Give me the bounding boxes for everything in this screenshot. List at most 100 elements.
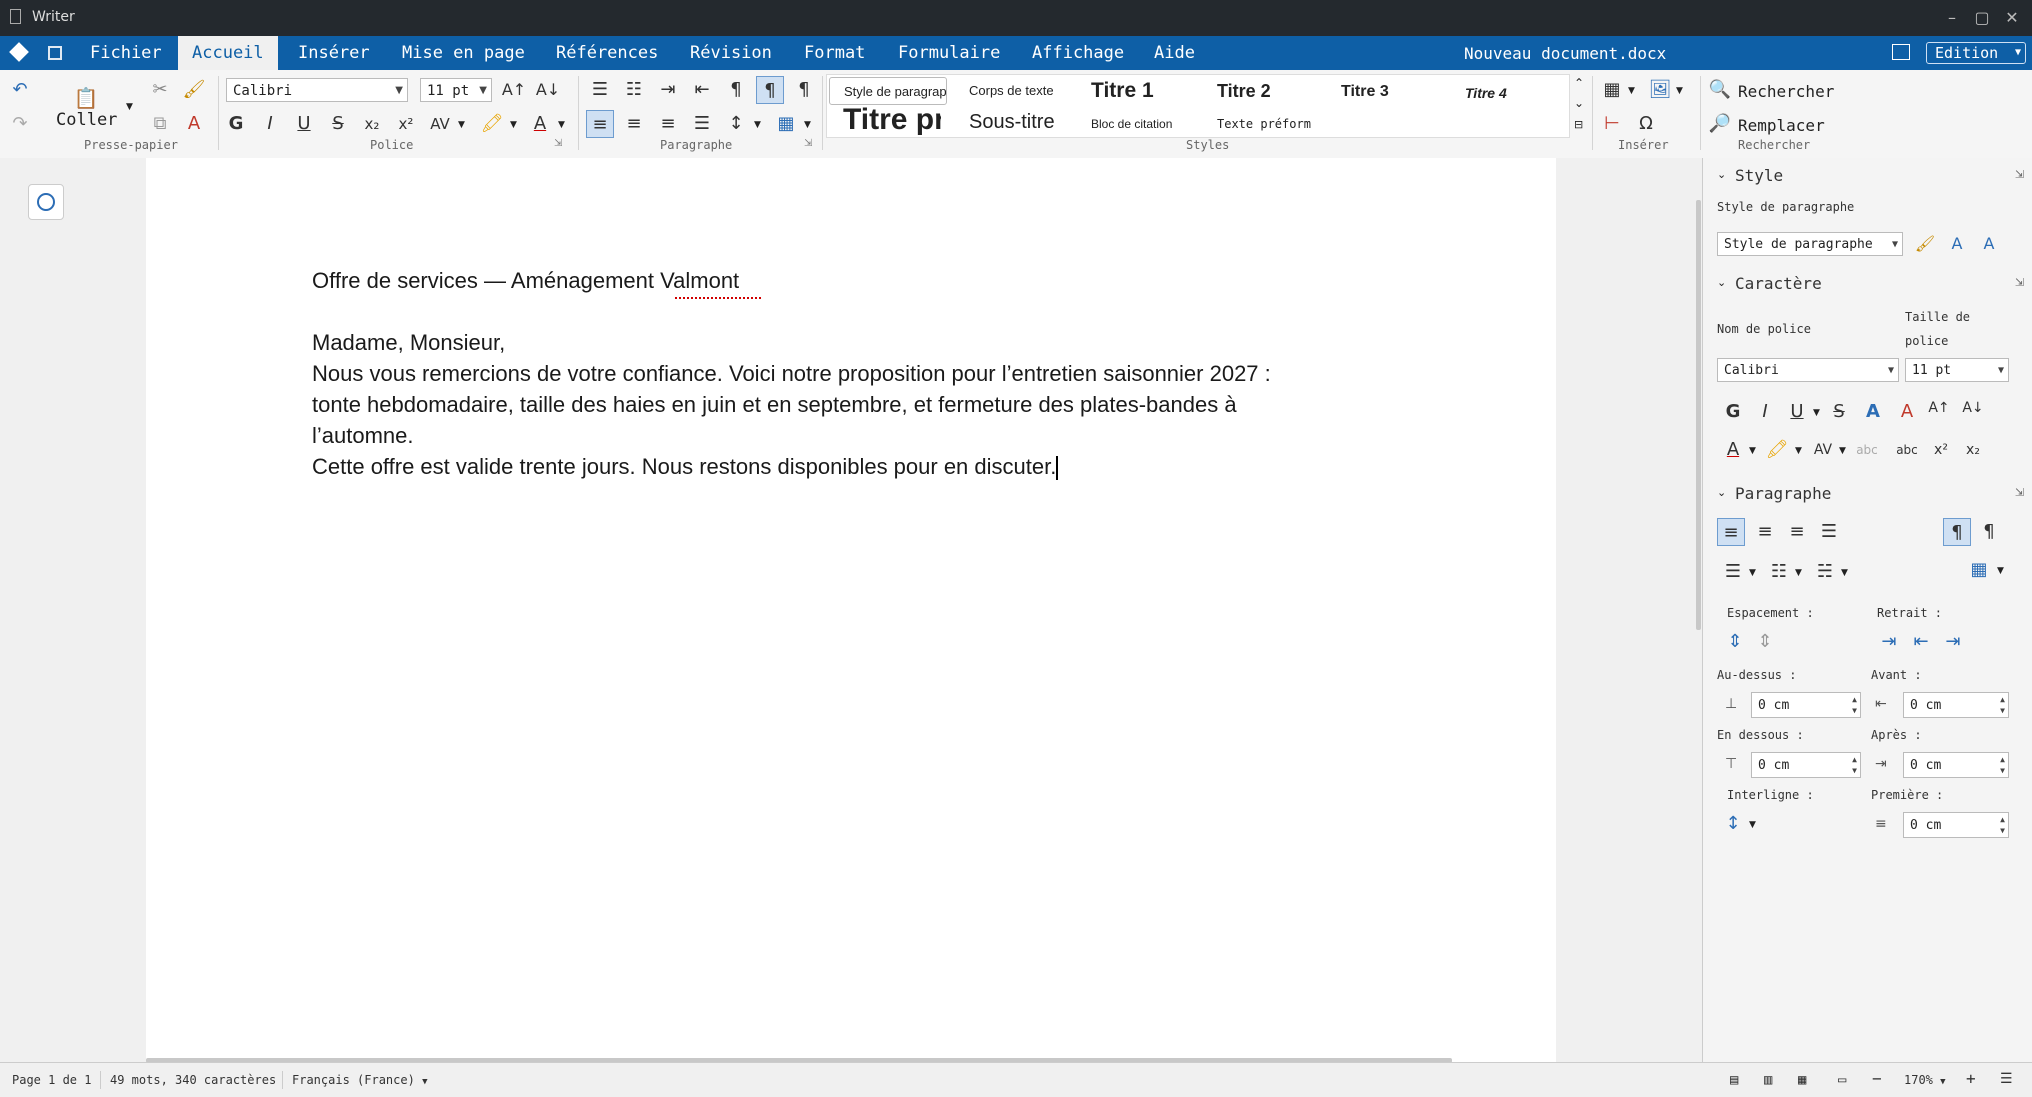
background-arrow[interactable]: ▼ — [1997, 566, 2004, 576]
image-arrow[interactable]: ▼ — [1676, 86, 1683, 96]
page-indicator[interactable]: Page 1 de 1 — [12, 1073, 91, 1087]
hanging-indent-icon[interactable]: ⇥ — [1939, 628, 1967, 656]
sidebar-ltr-icon[interactable]: ¶ — [1943, 518, 1971, 546]
style-section-header[interactable]: Style — [1735, 166, 1783, 185]
sidebar-char-spacing-icon[interactable]: AV — [1809, 436, 1837, 464]
spin-arrows-icon[interactable]: ▲ ▼ — [2000, 694, 2005, 716]
justify-icon[interactable]: ☰ — [688, 110, 716, 138]
sidebar-justify-icon[interactable]: ☰ — [1815, 518, 1843, 546]
sidebar-align-left-icon[interactable]: ≡ — [1717, 518, 1745, 546]
style-heading-2[interactable]: Titre 2 — [1217, 81, 1317, 102]
spin-arrows-icon[interactable]: ▲ ▼ — [1852, 694, 1857, 716]
highlight-icon[interactable]: 🖍 — [478, 110, 506, 138]
align-center-icon[interactable]: ≡ — [620, 110, 648, 138]
paragraph-background-arrow[interactable]: ▼ — [804, 120, 811, 130]
chevron-down-icon[interactable]: ⌄ — [1717, 168, 1726, 181]
sidebar-toggle-icon[interactable] — [1892, 44, 1910, 60]
font-name-combo[interactable]: Calibri ▼ — [226, 78, 408, 102]
document-page[interactable]: Offre de services — Aménagement Valmont … — [146, 158, 1556, 1063]
styles-scroll-up-icon[interactable]: ⌃ — [1574, 76, 1584, 90]
style-paragraph-style[interactable]: Style de paragraphe — [829, 77, 947, 105]
chevron-down-icon[interactable]: ⌄ — [1717, 486, 1726, 499]
small-caps-icon[interactable]: abc — [1893, 436, 1921, 464]
underline-button[interactable]: U — [290, 110, 318, 138]
char-spacing-arrow[interactable]: ▼ — [458, 120, 465, 130]
minimize-icon[interactable]: – — [1940, 6, 1964, 30]
sidebar-superscript-icon[interactable]: x² — [1927, 436, 1955, 464]
after-indent-input[interactable]: 0 cm ▲ ▼ — [1903, 752, 2009, 778]
sidebar-clear-format-icon[interactable]: A — [1893, 398, 1921, 426]
line-spacing-icon[interactable]: ↕ — [722, 110, 750, 138]
sidebar-font-color-icon[interactable]: A — [1719, 436, 1747, 464]
sidebar-bullets-icon[interactable]: ☰ — [1719, 558, 1747, 586]
page-break-icon[interactable]: ⊢ — [1598, 110, 1626, 138]
style-title[interactable]: Titre principal — [843, 103, 941, 137]
bold-button[interactable]: G — [222, 110, 250, 138]
outline-icon[interactable]: ☵ — [1811, 558, 1839, 586]
zoom-out-icon[interactable]: − — [1872, 1069, 1882, 1088]
sidebar-underline-icon[interactable]: U — [1783, 398, 1811, 426]
spin-arrows-icon[interactable]: ▲ ▼ — [2000, 814, 2005, 836]
decrease-indent-icon[interactable]: ⇤ — [1907, 628, 1935, 656]
style-block-quote[interactable]: Bloc de citation — [1091, 117, 1201, 131]
table-icon[interactable]: ▦ — [1598, 76, 1626, 104]
find-button[interactable]: Rechercher — [1738, 82, 1834, 101]
char-spacing-button[interactable]: AV — [426, 110, 454, 138]
menu-fichier[interactable]: Fichier — [76, 36, 176, 70]
sidebar-strike-icon[interactable]: S — [1825, 398, 1853, 426]
style-preformatted[interactable]: Texte préformaté — [1217, 117, 1311, 131]
sidebar-line-spacing-icon[interactable]: ↕ — [1719, 810, 1747, 838]
menu-aide[interactable]: Aide — [1140, 36, 1209, 70]
style-heading-1[interactable]: Titre 1 — [1091, 79, 1191, 103]
sidebar-subscript-icon[interactable]: x₂ — [1959, 436, 1987, 464]
strikethrough-button[interactable]: S — [324, 110, 352, 138]
numbered-list-icon[interactable]: ☷ — [620, 76, 648, 104]
char-spacing-arrow[interactable]: ▼ — [1839, 446, 1846, 456]
close-icon[interactable]: ✕ — [2000, 6, 2024, 30]
save-icon[interactable] — [48, 46, 62, 60]
rtl-paragraph-icon[interactable]: ¶ — [790, 76, 818, 104]
styles-scroll-down-icon[interactable]: ⌄ — [1574, 96, 1584, 110]
shadow-icon[interactable]: A — [1859, 398, 1887, 426]
clear-format-icon[interactable]: A — [180, 110, 208, 138]
search-icon[interactable]: 🔍 — [1706, 76, 1734, 104]
menu-inserer[interactable]: Insérer — [284, 36, 384, 70]
grow-font-icon[interactable]: A↑ — [500, 76, 528, 104]
paragraph-style-combo[interactable]: Style de paragraphe ▼ — [1717, 232, 1903, 256]
case-icon[interactable]: abc — [1853, 436, 1881, 464]
menu-accueil[interactable]: Accueil — [178, 36, 278, 70]
sidebar-grow-font-icon[interactable]: A↑ — [1925, 394, 1953, 422]
more-options-icon[interactable]: ⇲ — [2015, 168, 2024, 181]
table-arrow[interactable]: ▼ — [1628, 86, 1635, 96]
spin-arrows-icon[interactable]: ▲ ▼ — [2000, 754, 2005, 776]
document-title-line[interactable]: Offre de services — Aménagement Valmont — [312, 268, 761, 299]
new-style-icon[interactable]: A — [1943, 230, 1971, 258]
align-left-icon[interactable]: ≡ — [586, 110, 614, 138]
style-heading-4[interactable]: Titre 4 — [1465, 85, 1565, 101]
formatting-marks-icon[interactable]: ¶ — [722, 76, 750, 104]
multi-page-view-icon[interactable]: ▥ — [1764, 1072, 1772, 1088]
single-page-view-icon[interactable]: ▤ — [1730, 1072, 1738, 1088]
spin-arrows-icon[interactable]: ▲ ▼ — [1852, 754, 1857, 776]
special-character-icon[interactable]: Ω — [1632, 110, 1660, 138]
book-view-icon[interactable]: ▦ — [1798, 1072, 1806, 1088]
increase-indent-icon[interactable]: ⇥ — [654, 76, 682, 104]
menu-formulaire[interactable]: Formulaire — [884, 36, 1014, 70]
sidebar-align-center-icon[interactable]: ≡ — [1751, 518, 1779, 546]
menu-format[interactable]: Format — [790, 36, 879, 70]
numbering-arrow[interactable]: ▼ — [1795, 568, 1802, 578]
find-replace-icon[interactable]: 🔎 — [1706, 110, 1734, 138]
copy-icon[interactable]: ⧉ — [146, 110, 174, 138]
italic-button[interactable]: I — [256, 110, 284, 138]
font-color-arrow[interactable]: ▼ — [558, 120, 565, 130]
sidebar-shrink-font-icon[interactable]: A↓ — [1959, 394, 1987, 422]
sidebar-align-right-icon[interactable]: ≡ — [1783, 518, 1811, 546]
menu-revision[interactable]: Révision — [676, 36, 786, 70]
more-options-icon[interactable]: ⇲ — [2015, 486, 2024, 499]
body-line[interactable]: l’automne. — [312, 423, 414, 449]
menu-mise-en-page[interactable]: Mise en page — [388, 36, 539, 70]
clone-format-icon[interactable]: 🖌 — [180, 76, 208, 104]
sidebar-bold-icon[interactable]: G — [1719, 398, 1747, 426]
font-color-button[interactable]: A — [526, 110, 554, 138]
line-spacing-arrow[interactable]: ▼ — [1749, 820, 1756, 830]
